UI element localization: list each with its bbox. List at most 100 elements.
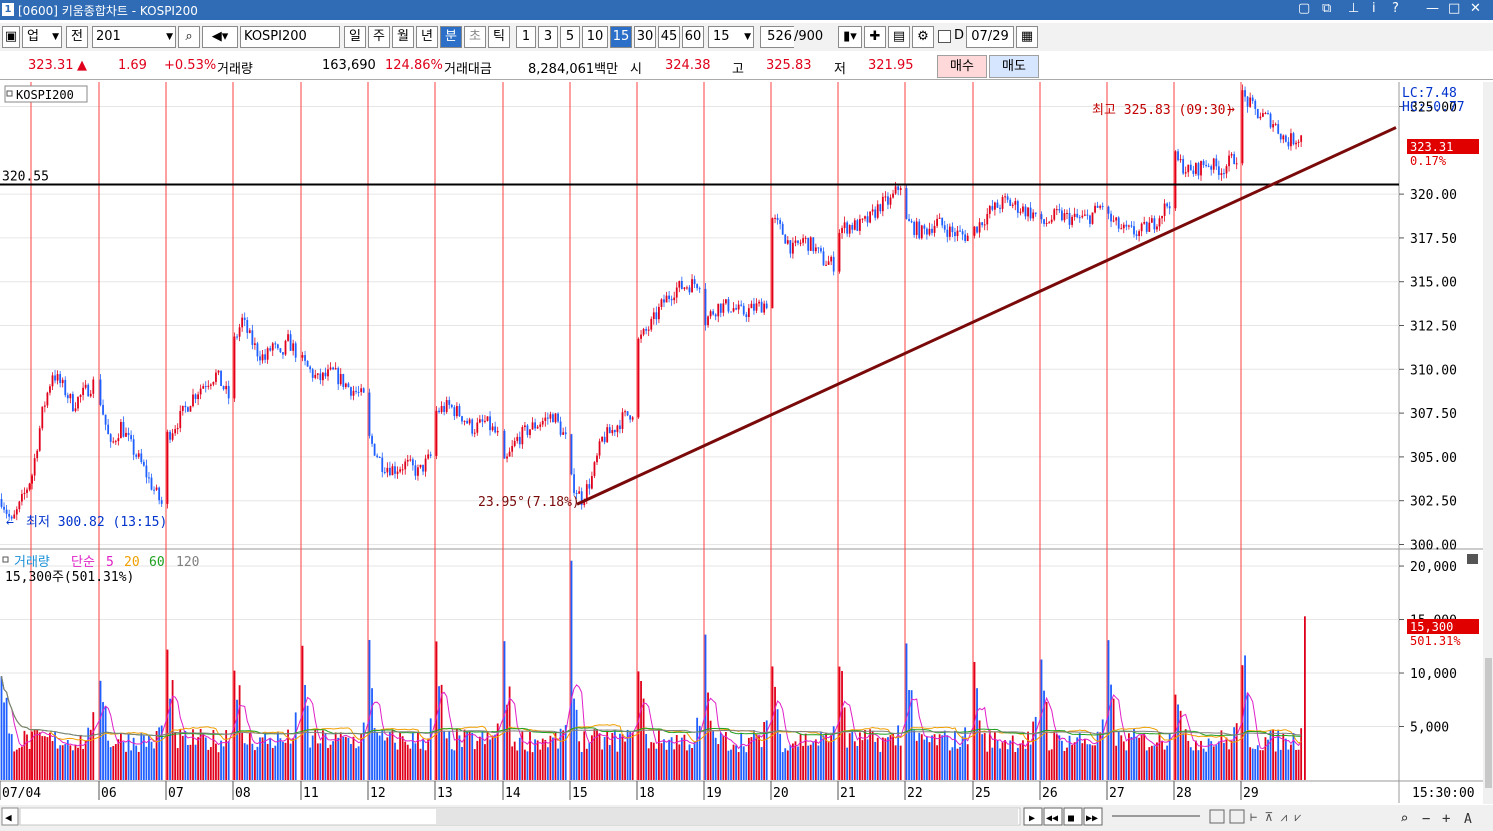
close-icon[interactable]: ✕ xyxy=(1470,1,1481,16)
period-day[interactable]: 일 xyxy=(344,26,366,48)
interval-3[interactable]: 3 xyxy=(538,26,558,48)
volume-bar xyxy=(735,745,737,780)
candle-body xyxy=(776,217,779,221)
period-second[interactable]: 초 xyxy=(464,26,486,48)
candle-body xyxy=(910,221,913,223)
volume-bar xyxy=(227,741,230,780)
volume-bar xyxy=(1138,737,1140,780)
candle-body xyxy=(771,218,774,309)
volume-bar xyxy=(489,739,491,780)
candle-body xyxy=(1202,161,1205,165)
save-icon[interactable]: ▤ xyxy=(888,26,910,48)
volume-bar xyxy=(1022,740,1024,780)
volume-bar xyxy=(417,731,419,780)
zoom-search-icon[interactable]: ⌕ xyxy=(1400,811,1408,827)
interval-5[interactable]: 5 xyxy=(560,26,580,48)
market-select[interactable]: 업 ▼ xyxy=(22,26,62,48)
candle-body xyxy=(531,422,534,430)
volume-bar xyxy=(259,737,261,780)
candle-body xyxy=(753,303,755,311)
volume-tag-value: 15,300 xyxy=(1410,620,1453,634)
minimize-icon[interactable]: — xyxy=(1426,1,1439,16)
copy-window-icon[interactable]: ⧉ xyxy=(1322,1,1331,16)
date-input[interactable]: 07/29 xyxy=(966,26,1014,48)
period-month[interactable]: 월 xyxy=(392,26,414,48)
pin-icon[interactable]: ⊥ xyxy=(1348,1,1359,16)
layout-icon[interactable]: ▣ xyxy=(2,26,20,48)
period-minute[interactable]: 분 xyxy=(440,26,462,48)
candle-body xyxy=(371,435,373,444)
symbol-field[interactable]: KOSPI200 xyxy=(240,26,340,48)
chart-window: 1 [0600] 키움종합차트 - KOSPI200 ▢ ⧉ ⊥ i ? — □… xyxy=(0,0,1493,831)
volume-bar xyxy=(755,734,758,780)
volume-bar xyxy=(918,732,921,780)
candle-body xyxy=(964,234,967,241)
search-icon[interactable]: ⌕ xyxy=(178,26,200,48)
candle-body xyxy=(1177,151,1179,161)
candle-body xyxy=(608,427,611,434)
volume-panel-close-icon[interactable] xyxy=(1467,554,1478,564)
interval-30[interactable]: 30 xyxy=(634,26,656,48)
candle-body xyxy=(31,475,33,484)
volume-bar xyxy=(1156,742,1158,780)
candle-body xyxy=(396,471,399,474)
candle-body xyxy=(112,441,115,443)
candle-body xyxy=(670,298,673,301)
period-year[interactable]: 년 xyxy=(416,26,438,48)
chart-tools-icon[interactable]: ▮▾ xyxy=(838,26,862,48)
volume-bar xyxy=(145,746,148,780)
volume-bar xyxy=(1128,733,1130,780)
horizontal-scrollbar-thumb[interactable] xyxy=(436,809,1018,824)
volume-bar xyxy=(43,736,46,780)
period-week[interactable]: 주 xyxy=(368,26,390,48)
candle-body xyxy=(222,386,225,390)
volume-bar xyxy=(261,737,264,780)
volume-bar xyxy=(337,737,340,780)
prev-button[interactable]: 전 xyxy=(66,26,88,48)
interval-45[interactable]: 45 xyxy=(658,26,680,48)
volume-bar xyxy=(1297,749,1300,780)
interval-select[interactable]: 15 ▼ xyxy=(708,26,754,48)
volume-bar xyxy=(59,745,62,780)
date-checkbox[interactable] xyxy=(938,30,951,43)
interval-1[interactable]: 1 xyxy=(516,26,536,48)
count-input[interactable]: 526 xyxy=(760,26,794,48)
restore-panel-icon[interactable]: ▢ xyxy=(1298,1,1310,16)
candle-body xyxy=(18,501,21,510)
maximize-icon[interactable]: □ xyxy=(1448,1,1460,16)
buy-button[interactable]: 매수 xyxy=(937,55,987,78)
interval-15[interactable]: 15 xyxy=(610,26,632,48)
zoom-in-icon[interactable]: + xyxy=(1442,811,1450,827)
sound-icon[interactable]: ◀▾ xyxy=(202,26,238,48)
volume-tick-label: 20,000 xyxy=(1410,560,1457,575)
zoom-out-icon[interactable]: − xyxy=(1422,811,1430,827)
title-bar: 1 [0600] 키움종합차트 - KOSPI200 ▢ ⧉ ⊥ i ? — □… xyxy=(0,0,1493,20)
right-scrollbar-thumb[interactable] xyxy=(1485,658,1492,788)
interval-10[interactable]: 10 xyxy=(582,26,608,48)
calendar-icon[interactable]: ▦ xyxy=(1016,26,1038,48)
cross-line-icon[interactable]: ✚ xyxy=(864,26,886,48)
volume-bar xyxy=(1264,737,1267,780)
volume-bar xyxy=(435,641,438,780)
interval-60[interactable]: 60 xyxy=(682,26,704,48)
high-label: 고 xyxy=(732,62,744,77)
gear-icon[interactable]: ⚙ xyxy=(912,26,934,48)
volume-bar xyxy=(691,748,693,780)
font-size-icon[interactable]: A xyxy=(1464,812,1472,827)
candle-body xyxy=(259,356,261,361)
help-icon[interactable]: ? xyxy=(1392,1,1399,16)
info-icon[interactable]: i xyxy=(1372,1,1376,16)
volume-bar xyxy=(541,738,544,780)
drawing-tools-icon[interactable]: ⊢ ⊼ ⩘ ⩗ xyxy=(1250,810,1301,824)
candle-body xyxy=(725,299,727,304)
price-tick-label: 312.50 xyxy=(1410,320,1457,335)
code-input[interactable]: 201 ▼ xyxy=(92,26,176,48)
sell-button[interactable]: 매도 xyxy=(989,55,1039,78)
candle-body xyxy=(918,221,921,239)
candle-body xyxy=(46,392,49,406)
period-tick[interactable]: 틱 xyxy=(488,26,510,48)
chart-canvas[interactable]: 325.00320.00317.50315.00312.50310.00307.… xyxy=(0,81,1493,831)
candle-body xyxy=(489,416,491,431)
candle-body xyxy=(732,308,735,312)
candle-body xyxy=(650,319,653,330)
